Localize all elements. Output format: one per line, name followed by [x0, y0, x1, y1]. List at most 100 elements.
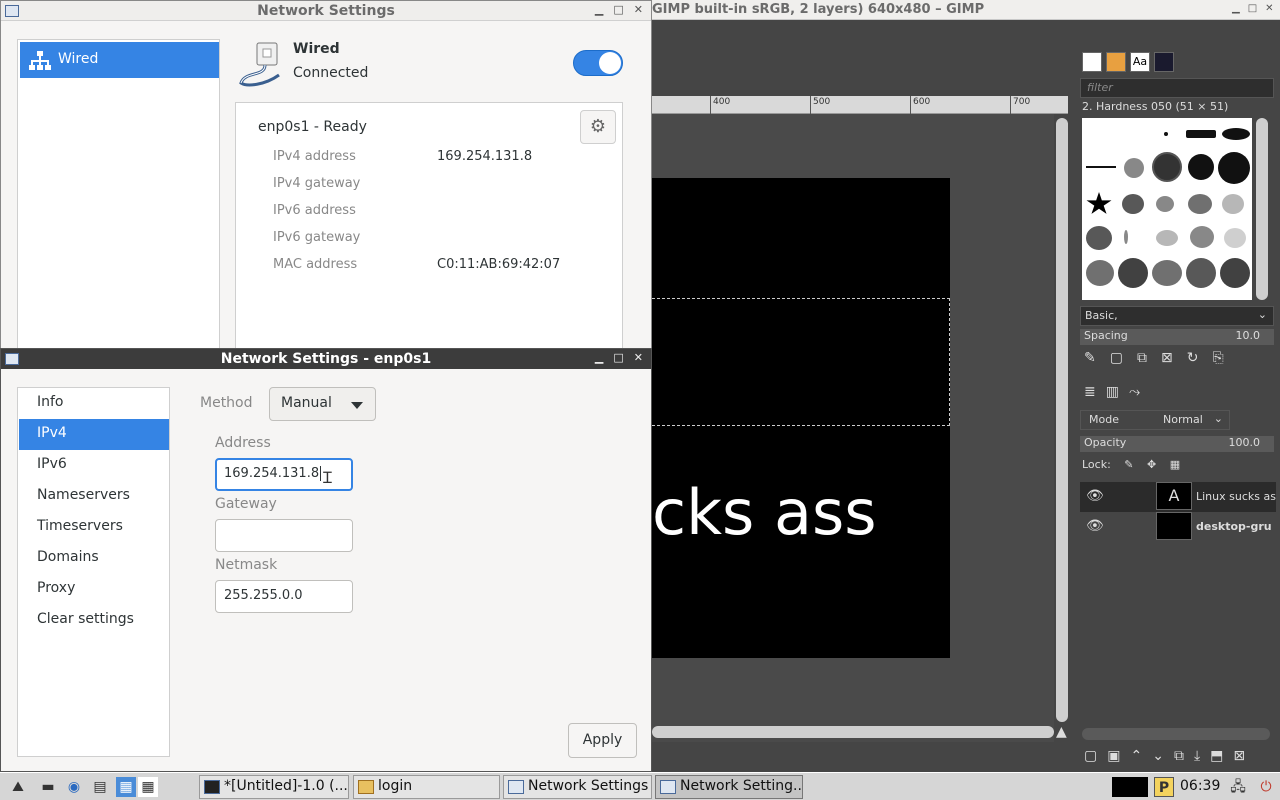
start-menu-icon[interactable]: ⛰	[8, 777, 28, 797]
visibility-eye-icon[interactable]: 👁	[1086, 488, 1104, 504]
edit-brush-icon[interactable]: ✎	[1084, 350, 1096, 366]
wired-toggle[interactable]	[573, 50, 623, 76]
netmask-input[interactable]: 255.255.0.0	[215, 580, 353, 613]
method-dropdown[interactable]: Manual	[269, 387, 376, 421]
opacity-spinner[interactable]: Opacity 100.0	[1080, 436, 1274, 452]
apply-button[interactable]: Apply	[568, 723, 637, 758]
tray-p-badge[interactable]: P	[1154, 777, 1174, 797]
address-value: 169.254.131.8	[224, 466, 320, 481]
address-input[interactable]: 169.254.131.8	[215, 458, 353, 491]
method-value: Manual	[281, 395, 332, 411]
gimp-window-buttons[interactable]: ▁ □ ✕	[1232, 3, 1274, 14]
refresh-icon[interactable]: ↻	[1187, 350, 1199, 366]
sidebar-item-ipv4[interactable]: IPv4	[19, 419, 169, 450]
navigate-icon[interactable]: ▲	[1056, 724, 1070, 740]
horizontal-ruler[interactable]: 400 500 600 700	[652, 96, 1068, 114]
minimize-icon[interactable]: ▁	[595, 3, 603, 16]
sidebar-item-proxy[interactable]: Proxy	[19, 574, 169, 605]
spacing-spinner[interactable]: Spacing 10.0	[1080, 329, 1274, 345]
task-login[interactable]: login	[353, 775, 500, 799]
clock[interactable]: 06:39	[1180, 778, 1220, 794]
patterns-tab-icon[interactable]	[1106, 52, 1126, 72]
sidebar-item-domains[interactable]: Domains	[19, 543, 169, 574]
tray-network-icon[interactable]: 🖧	[1228, 777, 1248, 797]
window-buttons: ▁ □ ✕	[595, 3, 643, 16]
device-panel: enp0s1 - Ready ⚙ IPv4 address 169.254.13…	[235, 102, 623, 351]
sidebar-item-info[interactable]: Info	[19, 388, 169, 419]
close-icon[interactable]: ✕	[1265, 3, 1273, 14]
gradients-tab-icon[interactable]	[1154, 52, 1174, 72]
dock-tabs: Aa	[1082, 52, 1174, 72]
maximize-icon[interactable]: □	[613, 3, 623, 16]
sidebar-item-ipv6[interactable]: IPv6	[19, 450, 169, 481]
text-caret	[320, 466, 322, 481]
new-group-icon[interactable]: ▣	[1107, 748, 1120, 764]
brush-scrollbar[interactable]	[1256, 118, 1268, 300]
sidebar-item-nameservers[interactable]: Nameservers	[19, 481, 169, 512]
brush-filter-input[interactable]: filter	[1080, 78, 1274, 98]
task-gimp[interactable]: *[Untitled]-1.0 (...	[199, 775, 349, 799]
sidebar-item-timeservers[interactable]: Timeservers	[19, 512, 169, 543]
gateway-input[interactable]	[215, 519, 353, 552]
layers-tab-icon[interactable]: ≣	[1084, 384, 1096, 400]
task-network-settings[interactable]: Network Settings	[503, 775, 652, 799]
workspace-1-icon[interactable]: ▦	[116, 777, 136, 797]
sidebar-item-wired[interactable]: Wired	[20, 42, 219, 78]
minimize-icon[interactable]: ▁	[595, 351, 603, 364]
file-manager-icon[interactable]: ▤	[90, 777, 110, 797]
vertical-scrollbar[interactable]	[1056, 118, 1068, 722]
tray-black-icon[interactable]	[1112, 777, 1148, 797]
window-titlebar[interactable]: Network Settings - enp0s1 ▁ □ ✕	[1, 349, 651, 369]
power-icon[interactable]: ⏻	[1256, 777, 1276, 797]
image-text-layer: cks ass	[652, 476, 877, 549]
browser-icon[interactable]: ◉	[64, 777, 84, 797]
raise-layer-icon[interactable]: ⌃	[1130, 748, 1142, 764]
minimize-icon[interactable]: ▁	[1232, 3, 1240, 14]
gimp-titlebar[interactable]: GIMP built-in sRGB, 2 layers) 640x480 – …	[652, 0, 1280, 20]
channels-tab-icon[interactable]: ▥	[1106, 384, 1119, 400]
sidebar-item-clear-settings[interactable]: Clear settings	[19, 605, 169, 636]
open-as-image-icon[interactable]: ⎘	[1212, 350, 1223, 366]
maximize-icon[interactable]: □	[613, 351, 623, 364]
gear-icon[interactable]: ⚙	[580, 110, 616, 144]
paths-tab-icon[interactable]: ⤳	[1129, 384, 1140, 400]
task-label: *[Untitled]-1.0 (...	[224, 778, 348, 794]
task-network-settings-enp0s1[interactable]: Network Setting...	[655, 775, 803, 799]
connection-status: Connected	[293, 65, 369, 81]
window-titlebar[interactable]: Network Settings ▁ □ ✕	[1, 1, 651, 21]
brush-preset-select[interactable]: Basic, ⌄	[1080, 306, 1274, 326]
layers-dock-tabs: ≣ ▥ ⤳	[1084, 384, 1140, 400]
lock-alpha-icon[interactable]: ▦	[1170, 458, 1180, 471]
close-icon[interactable]: ✕	[634, 3, 643, 16]
task-label: login	[378, 778, 413, 794]
lower-layer-icon[interactable]: ⌄	[1152, 748, 1164, 764]
lock-row: Lock: ✎ ✥ ▦	[1082, 458, 1180, 471]
layers-scrollbar[interactable]	[1082, 728, 1270, 740]
mask-icon[interactable]: ⬒	[1210, 748, 1223, 764]
layer-row[interactable]: 👁 desktop-gru	[1080, 512, 1276, 542]
layer-row[interactable]: 👁 A Linux sucks ass	[1080, 482, 1276, 512]
brushes-tab-icon[interactable]	[1082, 52, 1102, 72]
horizontal-scrollbar[interactable]	[652, 726, 1054, 738]
layer-mode-select[interactable]: Mode Normal ⌄	[1080, 410, 1230, 430]
prop-label: MAC address	[273, 257, 358, 272]
duplicate-layer-icon[interactable]: ⧉	[1174, 748, 1184, 764]
maximize-icon[interactable]: □	[1248, 3, 1257, 14]
brush-grid[interactable]	[1082, 118, 1252, 300]
workspace-2-icon[interactable]: ▦	[138, 777, 158, 797]
lock-position-icon[interactable]: ✥	[1147, 458, 1156, 471]
new-brush-icon[interactable]: ▢	[1110, 350, 1123, 366]
fonts-tab-icon[interactable]: Aa	[1130, 52, 1150, 72]
delete-brush-icon[interactable]: ⊠	[1161, 350, 1173, 366]
close-icon[interactable]: ✕	[634, 351, 643, 364]
lock-pixels-icon[interactable]: ✎	[1124, 458, 1133, 471]
dropdown-arrow-icon	[351, 402, 363, 409]
show-desktop-icon[interactable]: ▬	[38, 777, 58, 797]
visibility-eye-icon[interactable]: 👁	[1086, 518, 1104, 534]
merge-down-icon[interactable]: ⤓	[1194, 748, 1200, 764]
new-layer-icon[interactable]: ▢	[1084, 748, 1097, 764]
duplicate-brush-icon[interactable]: ⧉	[1137, 350, 1147, 366]
connection-title: Wired	[293, 41, 340, 57]
ruler-label: 600	[913, 97, 931, 107]
delete-layer-icon[interactable]: ⊠	[1233, 748, 1245, 764]
